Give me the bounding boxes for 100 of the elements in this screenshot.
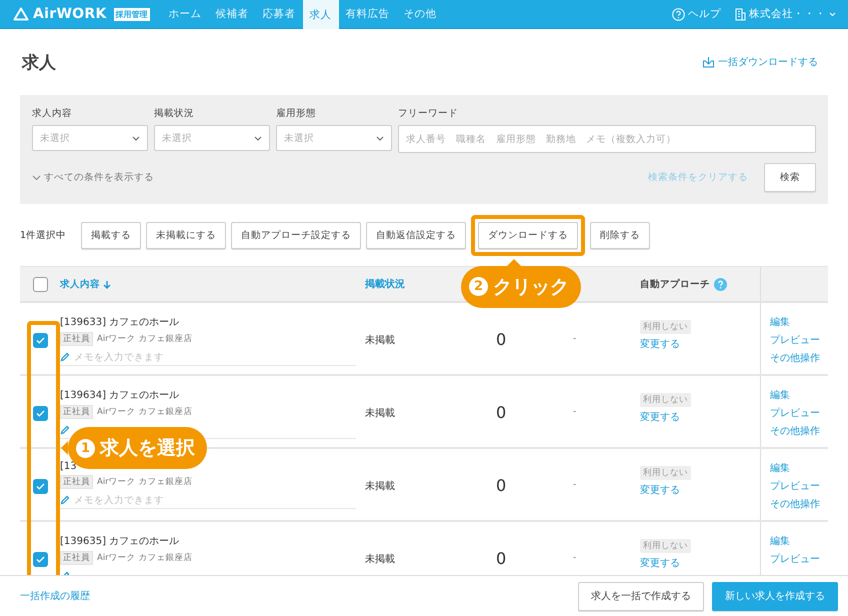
table-cell: - (573, 480, 576, 490)
help-icon[interactable] (714, 278, 727, 290)
selection-count: 1件選択中 (20, 228, 66, 242)
filter-label: 雇用形態 (276, 107, 317, 120)
row-checkbox[interactable] (32, 406, 48, 421)
account-menu[interactable]: 株式会社・・・ (735, 7, 836, 21)
sort-header[interactable]: 求人内容 (60, 278, 111, 290)
select-field[interactable]: 未選択 (32, 125, 148, 151)
select-all-checkbox[interactable] (32, 276, 48, 292)
employment-tag: 正社員 (60, 551, 93, 565)
employment-tag: 正社員 (60, 332, 93, 346)
create-job-button[interactable]: 新しい求人を作成する (712, 582, 838, 610)
row-action-link[interactable]: 編集 (770, 315, 790, 329)
callout-text: 求人を選択 (100, 436, 195, 461)
select-field[interactable]: 未選択 (276, 125, 392, 151)
row-action-link[interactable]: プレビュー (770, 552, 820, 566)
change-link[interactable]: 変更する (640, 483, 680, 497)
pencil-icon[interactable] (60, 352, 70, 362)
job-title: [13 (60, 461, 77, 472)
checkmark-icon (36, 483, 44, 490)
store-name: Airワーク カフェ銀座店 (97, 333, 192, 345)
checkmark-icon (36, 410, 44, 417)
keyword-input[interactable]: 求人番号 職種名 雇用形態 勤務地 メモ（複数入力可） (398, 125, 816, 153)
count-value: 0 (496, 330, 506, 349)
action-button[interactable]: ダウンロードする (478, 222, 578, 248)
table-cell: - (573, 553, 576, 563)
store-name: Airワーク カフェ銀座店 (97, 476, 192, 488)
table-cell: - (573, 334, 576, 344)
building-icon (735, 8, 746, 20)
nav-tab[interactable]: 求人 (302, 0, 339, 30)
row-action-link[interactable]: その他操作 (770, 497, 820, 511)
logo-text: AirWORK (33, 6, 107, 22)
approach-status: 利用しない (640, 393, 691, 407)
approach-status: 利用しない (640, 320, 691, 334)
row-checkbox[interactable] (32, 552, 48, 567)
filter-label: フリーワード (398, 107, 459, 120)
nav-tab[interactable]: 有料広告 (338, 0, 397, 28)
row-checkbox[interactable] (32, 479, 48, 494)
count-value: 0 (496, 403, 506, 422)
action-button[interactable]: 未掲載にする (146, 222, 226, 248)
row-checkbox[interactable] (32, 333, 48, 348)
triangle-logo-icon (13, 7, 29, 21)
approach-status: 利用しない (640, 466, 691, 480)
bulk-create-button[interactable]: 求人を一括で作成する (578, 582, 704, 610)
job-title: [139635] カフェのホール (60, 535, 180, 548)
nav-tab[interactable]: ホーム (162, 0, 209, 28)
store-name: Airワーク カフェ銀座店 (97, 406, 192, 418)
column-header: 自動アプローチ (640, 278, 710, 290)
pencil-icon[interactable] (60, 425, 70, 435)
row-action-link[interactable]: プレビュー (770, 479, 820, 493)
column-header: 掲載状況 (365, 278, 405, 291)
memo-placeholder[interactable]: メモを入力できます (74, 494, 164, 506)
action-button[interactable]: 自動返信設定する (366, 222, 466, 248)
search-button[interactable]: 検索 (764, 163, 816, 192)
action-button[interactable]: 削除する (590, 222, 650, 248)
help-icon (672, 8, 685, 20)
chevron-down-icon (376, 136, 384, 140)
job-title: [139633] カフェのホール (60, 316, 180, 329)
download-icon (702, 56, 715, 68)
step-number: 2 (469, 277, 488, 296)
row-action-link[interactable]: その他操作 (770, 424, 820, 438)
row-action-link[interactable]: プレビュー (770, 333, 820, 347)
employment-tag: 正社員 (60, 405, 93, 419)
change-link[interactable]: 変更する (640, 556, 680, 570)
row-action-link[interactable]: 編集 (770, 534, 790, 548)
count-value: 0 (496, 476, 506, 495)
store-name: Airワーク カフェ銀座店 (97, 552, 192, 564)
row-action-link[interactable]: 編集 (770, 388, 790, 402)
nav-tab[interactable]: 応募者 (256, 0, 303, 28)
change-link[interactable]: 変更する (640, 410, 680, 424)
show-all-conditions-link[interactable]: すべての条件を表示する (32, 171, 154, 184)
page-title: 求人 (22, 52, 56, 74)
callout-text: クリック (493, 274, 570, 300)
nav-tab[interactable]: 候補者 (208, 0, 256, 28)
help-link[interactable]: ヘルプ (672, 7, 721, 21)
approach-status: 利用しない (640, 539, 691, 553)
chevron-down-icon (132, 136, 140, 140)
action-button[interactable]: 自動アプローチ設定する (231, 222, 362, 248)
status-text: 未掲載 (365, 552, 395, 566)
pencil-icon[interactable] (60, 495, 70, 505)
employment-tag: 正社員 (60, 475, 93, 489)
memo-placeholder[interactable]: メモを入力できます (74, 350, 164, 364)
job-title: [139634] カフェのホール (60, 389, 180, 402)
row-action-link[interactable]: その他操作 (770, 351, 820, 365)
table-cell: - (573, 407, 576, 417)
action-button[interactable]: 掲載する (81, 222, 142, 248)
change-link[interactable]: 変更する (640, 337, 680, 351)
row-action-link[interactable]: プレビュー (770, 406, 820, 420)
count-value: 0 (496, 549, 506, 568)
chevron-down-icon (32, 174, 41, 180)
filter-label: 掲載状況 (154, 107, 195, 120)
bulk-history-link[interactable]: 一括作成の履歴 (20, 589, 90, 603)
bulk-download-link[interactable]: 一括ダウンロードする (702, 55, 818, 69)
step-number: 1 (76, 438, 95, 458)
arrow-down-icon (103, 280, 111, 288)
checkmark-icon (36, 556, 44, 563)
select-field[interactable]: 未選択 (154, 125, 270, 151)
row-action-link[interactable]: 編集 (770, 461, 790, 475)
filter-label: 求人内容 (32, 107, 73, 120)
nav-tab[interactable]: その他 (396, 0, 444, 28)
